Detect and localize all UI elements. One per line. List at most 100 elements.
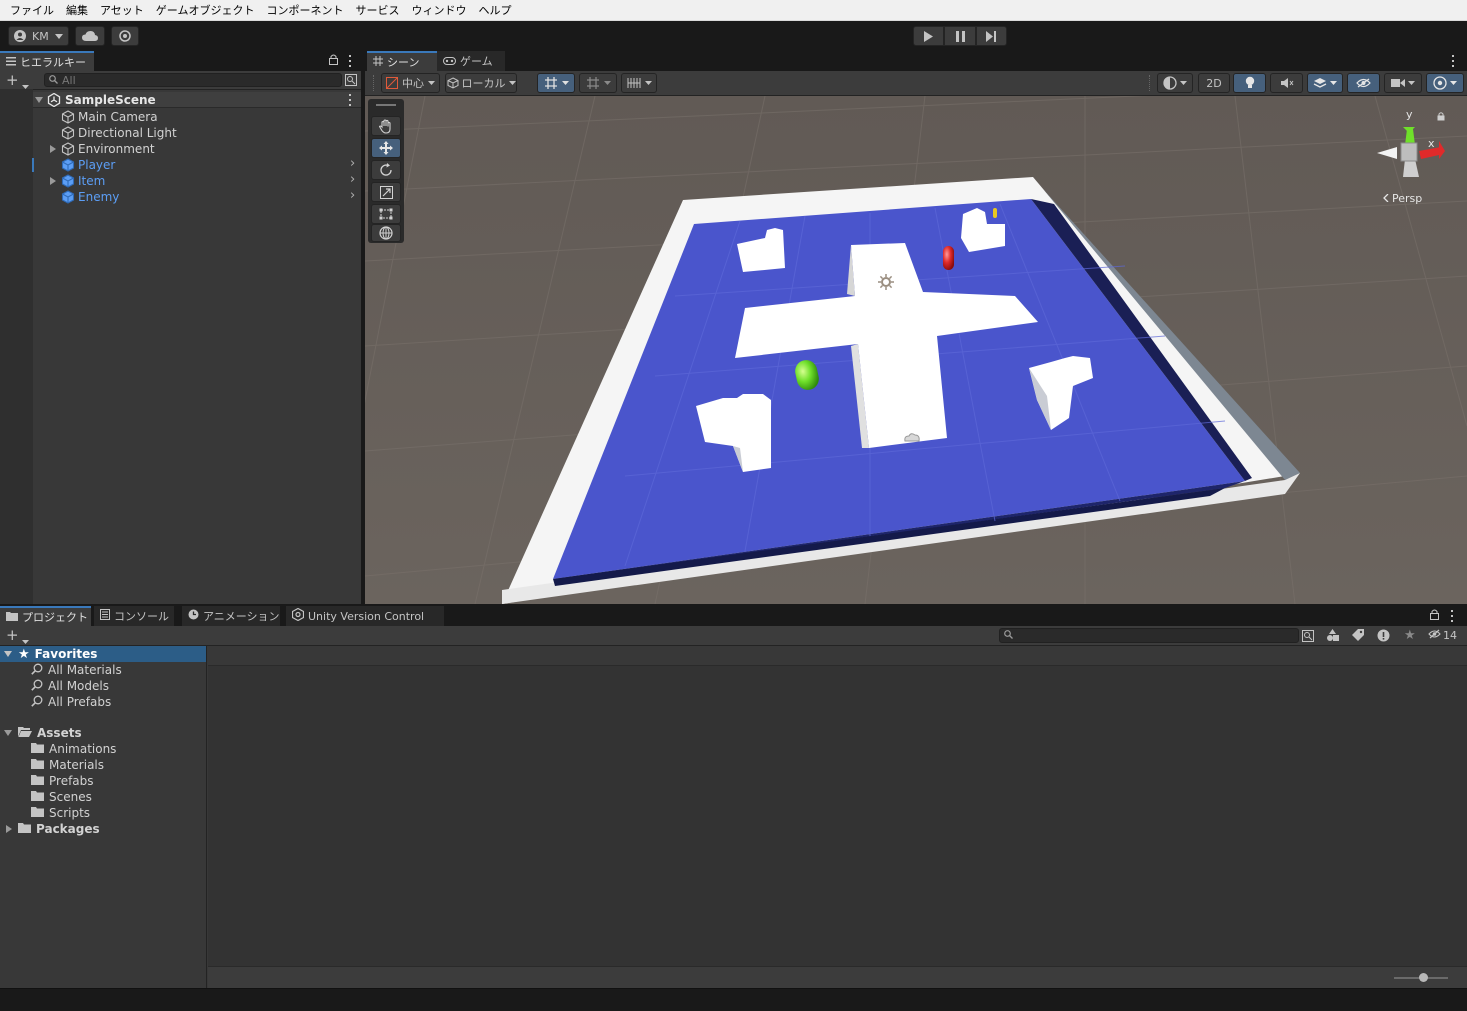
hand-tool-button[interactable]	[371, 116, 401, 136]
favorites-header[interactable]: ★ Favorites	[18, 646, 97, 662]
cube-icon	[447, 77, 459, 89]
project-menu-icon[interactable]	[1447, 609, 1457, 623]
favorite-item[interactable]: All Prefabs	[31, 694, 111, 710]
hierarchy-item[interactable]: Main Camera	[0, 109, 361, 125]
asset-folder-item[interactable]: Animations	[31, 741, 116, 757]
lock-icon[interactable]	[1430, 609, 1439, 623]
menu-edit[interactable]: 編集	[60, 0, 94, 21]
hierarchy-item[interactable]: Item ›	[0, 172, 361, 189]
menu-help[interactable]: ヘルプ	[472, 0, 517, 21]
warning-filter-icon[interactable]	[1377, 629, 1390, 645]
audio-toggle[interactable]	[1270, 73, 1303, 93]
draw-mode-dropdown[interactable]	[1157, 73, 1193, 93]
favorite-item[interactable]: All Models	[31, 678, 109, 694]
pause-button[interactable]	[944, 26, 976, 46]
cloud-icon	[82, 31, 98, 41]
mode-2d-toggle[interactable]: 2D	[1198, 73, 1230, 93]
chevron-down-icon	[508, 81, 516, 85]
add-icon[interactable]: +	[6, 627, 19, 643]
search-options-icon[interactable]	[345, 74, 357, 89]
increment-snap-dropdown[interactable]	[621, 73, 657, 93]
projection-toggle[interactable]: Persp	[1383, 192, 1422, 205]
hierarchy-search-input[interactable]: All	[44, 73, 342, 87]
asset-folder-item[interactable]: Scripts	[31, 805, 90, 821]
scene-menu-icon[interactable]	[345, 93, 355, 107]
assets-header[interactable]: Assets	[18, 725, 82, 741]
menu-gameobject[interactable]: ゲームオブジェクト	[150, 0, 261, 21]
packages-header[interactable]: Packages	[18, 821, 100, 837]
hierarchy-tab-bar: ヒエラルキー	[0, 51, 361, 71]
lock-icon[interactable]	[329, 54, 338, 68]
scene-header-row[interactable]: SampleScene	[33, 92, 361, 108]
packages-label: Packages	[36, 822, 100, 836]
visibility-toggle[interactable]	[1347, 73, 1380, 93]
lighting-toggle[interactable]	[1233, 73, 1266, 93]
hierarchy-item[interactable]: Directional Light	[0, 125, 361, 141]
transform-tool-button[interactable]	[371, 224, 401, 242]
collab-button[interactable]	[111, 26, 139, 46]
favorite-item[interactable]: All Materials	[31, 662, 122, 678]
expand-arrow-icon[interactable]	[50, 145, 56, 153]
chevron-right-icon[interactable]: ›	[350, 188, 355, 203]
tab-game[interactable]: ゲーム	[437, 51, 505, 71]
hierarchy-item[interactable]: Enemy ›	[0, 188, 361, 205]
expand-arrow-icon[interactable]	[6, 825, 12, 833]
chevron-right-icon[interactable]: ›	[350, 172, 355, 187]
camera-dropdown[interactable]	[1384, 73, 1422, 93]
expand-arrow-icon[interactable]	[50, 177, 56, 185]
scene-viewport[interactable]: y x Persp	[365, 96, 1467, 604]
menu-assets[interactable]: アセット	[94, 0, 150, 21]
menu-services[interactable]: サービス	[349, 0, 405, 21]
project-content-area[interactable]	[208, 646, 1467, 988]
menu-file[interactable]: ファイル	[4, 0, 60, 21]
hierarchy-menu-icon[interactable]	[345, 54, 355, 68]
folder-icon	[31, 806, 44, 820]
tab-console[interactable]: コンソール	[94, 606, 174, 626]
play-button[interactable]	[913, 26, 944, 46]
asset-folder-item[interactable]: Scenes	[31, 789, 92, 805]
label-tag-icon[interactable]	[1352, 629, 1364, 644]
tab-hierarchy[interactable]: ヒエラルキー	[0, 51, 94, 71]
account-dropdown[interactable]: KM	[8, 26, 69, 46]
gizmo-x-label: x	[1428, 137, 1435, 150]
add-icon[interactable]: +	[6, 72, 19, 88]
tab-animation[interactable]: アニメーション	[182, 606, 280, 626]
expand-arrow-icon[interactable]	[4, 651, 12, 657]
hidden-packages-toggle[interactable]: 14	[1428, 629, 1457, 642]
project-tab-bar: プロジェクト コンソール アニメーション Unity Version Contr…	[0, 606, 1467, 626]
move-tool-button[interactable]	[371, 138, 401, 158]
expand-arrow-icon[interactable]	[35, 97, 43, 103]
tab-scene[interactable]: シーン	[367, 51, 437, 71]
search-options-icon[interactable]	[1302, 630, 1314, 645]
pivot-dropdown[interactable]: 中心	[381, 73, 440, 93]
cloud-button[interactable]	[75, 26, 105, 46]
step-button[interactable]	[976, 26, 1007, 46]
menu-component[interactable]: コンポーネント	[260, 0, 349, 21]
scale-tool-button[interactable]	[371, 182, 401, 202]
tab-version-control[interactable]: Unity Version Control	[286, 606, 444, 626]
space-dropdown[interactable]: ローカル	[445, 73, 517, 93]
menu-window[interactable]: ウィンドウ	[405, 0, 472, 21]
grid-snap-toggle[interactable]	[537, 73, 575, 93]
effects-dropdown[interactable]	[1307, 73, 1343, 93]
tab-project[interactable]: プロジェクト	[0, 606, 91, 626]
asset-folder-item[interactable]: Materials	[31, 757, 104, 773]
gizmos-dropdown[interactable]	[1426, 73, 1464, 93]
zoom-slider-thumb[interactable]	[1419, 973, 1429, 982]
gizmo-lock-icon[interactable]	[1437, 110, 1445, 124]
scene-panel-menu-icon[interactable]	[1448, 54, 1458, 68]
hierarchy-item[interactable]: Player ›	[0, 156, 361, 173]
asset-folder-item[interactable]: Prefabs	[31, 773, 94, 789]
grid-visibility-dropdown[interactable]	[579, 73, 617, 93]
rect-tool-button[interactable]	[371, 204, 401, 224]
hierarchy-item[interactable]: Environment	[0, 141, 361, 157]
scene-toolbar: 中心 ローカル 2D	[365, 71, 1467, 96]
chevron-down-icon[interactable]	[22, 633, 29, 647]
expand-arrow-icon[interactable]	[4, 730, 12, 736]
filter-by-type-icon[interactable]	[1326, 629, 1339, 645]
favorite-star-icon[interactable]: ★	[1404, 628, 1416, 643]
search-placeholder: All	[62, 73, 76, 87]
rotate-tool-button[interactable]	[371, 160, 401, 180]
chevron-right-icon[interactable]: ›	[350, 156, 355, 171]
project-search-input[interactable]	[999, 628, 1299, 643]
